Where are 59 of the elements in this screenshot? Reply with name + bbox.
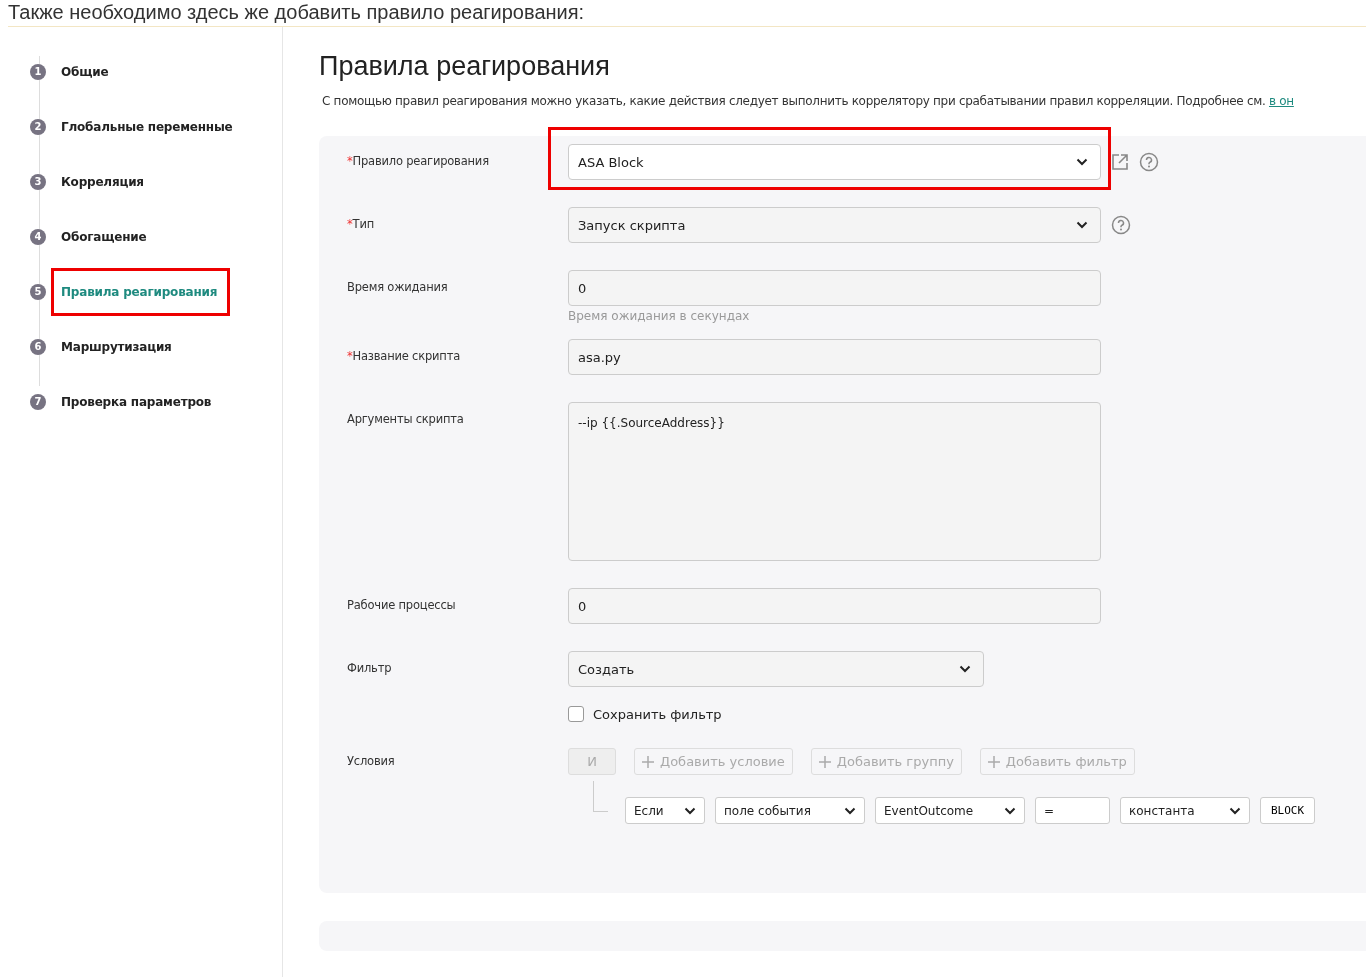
input-field[interactable]: 0 (568, 270, 1101, 306)
hint-text: Время ожидания в секундах (568, 309, 751, 323)
checkbox[interactable] (568, 706, 584, 722)
description-text: С помощью правил реагирования можно указать, какие действия следует выполнить коррелятору при срабатывании правил корреляции. Подробнее см. в он (322, 94, 1295, 108)
step-link[interactable]: Корреляция (51, 157, 157, 206)
heading-text: Также необходимо здесь же добавить правило реагирования: (8, 0, 586, 24)
required-mark: * (347, 154, 353, 168)
condition-input[interactable]: = (1035, 797, 1110, 824)
select-field[interactable]: ASA Block (568, 144, 1101, 180)
plus-icon (642, 755, 654, 768)
step-link[interactable]: Проверка параметров (51, 377, 225, 426)
step-number: 2 (30, 118, 46, 135)
checkbox-label: Сохранить фильтр (593, 706, 722, 722)
field-label: Название скрипта (352, 349, 461, 363)
step-number: 7 (30, 393, 46, 410)
input-field[interactable]: asa.py (568, 339, 1101, 375)
step-number: 5 (30, 283, 46, 300)
chevron-icon (844, 806, 856, 815)
external-link-icon[interactable] (1111, 153, 1129, 171)
plus-icon (818, 755, 831, 768)
page-title: Правила реагирования (319, 51, 611, 82)
step-number: 1 (30, 63, 46, 80)
step-number: 3 (30, 173, 46, 190)
step-link[interactable]: Маршрутизация (51, 322, 185, 371)
help-icon[interactable] (1111, 215, 1131, 235)
field-label: Правило реагирования (352, 154, 489, 168)
step-number: 4 (30, 228, 46, 245)
field-label: Тип (352, 217, 374, 231)
condition-select[interactable]: Если (625, 797, 705, 824)
step-link[interactable]: Обогащение (51, 212, 160, 261)
chevron-icon (1004, 806, 1016, 815)
field-label: Рабочие процессы (347, 598, 456, 612)
tree-connector (593, 781, 608, 812)
value-button[interactable]: BLOCK (1260, 797, 1316, 824)
field-label: Фильтр (347, 661, 392, 675)
condition-select[interactable]: константа (1120, 797, 1250, 824)
condition-select[interactable]: EventOutcome (875, 797, 1025, 824)
step-number: 6 (30, 338, 46, 355)
input-field[interactable]: 0 (568, 588, 1101, 624)
required-mark: * (347, 217, 353, 231)
step-link[interactable]: Правила реагирования (51, 267, 231, 316)
docs-link[interactable]: в он (1269, 94, 1294, 108)
plus-icon (987, 755, 1000, 768)
required-mark: * (347, 349, 353, 363)
chevron-icon (1229, 806, 1241, 815)
select-field[interactable]: Создать (568, 651, 984, 687)
condition-select[interactable]: поле события (715, 797, 865, 824)
chevron-icon (1076, 158, 1088, 166)
step-link[interactable]: Глобальные переменные (51, 102, 246, 151)
step-link[interactable]: Общие (51, 47, 122, 96)
chevron-icon (1076, 221, 1088, 229)
chevron-icon (684, 806, 696, 815)
select-field[interactable]: Запуск скрипта (568, 207, 1101, 243)
field-label: Время ожидания (347, 280, 448, 294)
help-icon[interactable] (1139, 152, 1159, 172)
field-label: Условия (347, 753, 396, 770)
chevron-icon (959, 665, 971, 673)
text-area[interactable]: --ip {{.SourceAddress}} (568, 402, 1101, 561)
field-label: Аргументы скрипта (347, 412, 464, 426)
